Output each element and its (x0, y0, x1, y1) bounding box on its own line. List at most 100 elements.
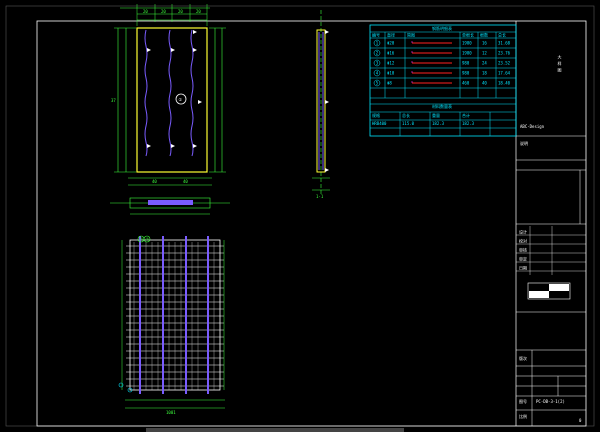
summary-header-row: 规格 总长 重量 合计 (372, 112, 470, 118)
row-total: 18.40 (498, 80, 511, 85)
table-row: 5 Φ8 460 40 18.40 (373, 79, 511, 87)
row-count: 24 (482, 60, 487, 65)
plan-bottom-dim-text: 40 (152, 179, 157, 184)
row-count: 12 (482, 50, 487, 55)
rebar-end-marker (118, 382, 124, 388)
plan-top-dim-text: 20 (196, 9, 201, 14)
row-total: 17.64 (498, 70, 511, 75)
row-diameter: Φ10 (387, 70, 395, 75)
summary-header-cell: 重量 (432, 112, 440, 118)
summary-header-cell: 总长 (402, 112, 410, 118)
table-header-cell: 根数 (480, 32, 488, 38)
plan-marker-arrow (193, 48, 197, 52)
drawing-no-label: 图号 (519, 398, 527, 404)
row-count: 16 (482, 40, 487, 45)
row-total: 23.76 (498, 50, 511, 55)
plan-rebar-line-2 (168, 29, 172, 157)
table-header-cell: 简图 (407, 32, 415, 38)
rebar-bubble-label: ② (146, 237, 150, 242)
summary-cell: HRB400 (372, 121, 387, 126)
plan-center-symbol: ① (179, 97, 183, 102)
rebar-bottom-label: 1001 (166, 410, 176, 415)
plan-side-dim-text: 37 (111, 98, 116, 103)
table-header-row: 编号 直径 简图 单根长 根数 总长 (372, 32, 506, 38)
scale-label: 比例 (519, 413, 527, 419)
material-table: 钢筋明细表 编号 直径 简图 单根长 根数 总长 1 Φ20 1980 16 31.682 Φ16 1… (369, 24, 517, 137)
row-length: 1980 (462, 40, 472, 45)
signature-row-label: 审核 (519, 247, 527, 253)
row-total: 23.52 (498, 60, 511, 65)
plan-bottom-dim-text: 40 (183, 179, 188, 184)
signature-rows: 设计校对审核审定日期 (516, 226, 586, 275)
table-row: 3 Φ12 980 24 23.52 (373, 59, 511, 67)
title-stamp: ABC-Design (520, 124, 545, 129)
row-total: 31.68 (498, 40, 511, 45)
table-body: 1 Φ20 1980 16 31.68 2 Φ16 1980 12 23.76 3 Φ12 980 24 2… (373, 39, 511, 87)
signature-row-label: 日期 (519, 265, 527, 271)
signature-row-label: 设计 (519, 229, 527, 235)
notes-label: 说明 (520, 140, 528, 146)
row-length: 980 (462, 60, 470, 65)
row-id: 2 (376, 50, 379, 55)
logo-fill (549, 284, 569, 291)
table-title: 钢筋明细表 (432, 25, 452, 31)
summary-cell: 115.0 (402, 121, 415, 126)
table-row: 4 Φ10 980 18 17.64 (373, 69, 511, 77)
section-marker-arrow (325, 30, 329, 34)
plan-top-dim-text: 20 (143, 9, 148, 14)
plan-marker-arrow (147, 144, 151, 148)
summary-cell: 182.3 (432, 121, 445, 126)
plan-marker-arrow (193, 30, 197, 34)
row-diameter: Φ16 (387, 50, 395, 55)
drawing-no: PC-DB-3-1(2) (536, 399, 565, 404)
plan-marker-arrow (198, 100, 202, 104)
summary-cell: 182.3 (462, 121, 475, 126)
plan-top-dim-text: 20 (161, 9, 166, 14)
sheet-number: 0 (579, 418, 582, 423)
plan-elevation-bar (148, 200, 193, 205)
plan-marker-arrow (171, 48, 175, 52)
plan-rebar-line-3 (190, 29, 194, 157)
table-header-cell: 单根长 (462, 32, 474, 38)
table-header-cell: 编号 (372, 32, 380, 38)
summary-data-row: HRB400 115.0 182.3 182.3 (372, 121, 475, 126)
row-id: 4 (376, 70, 379, 75)
summary-title: 材料数量表 (432, 103, 452, 109)
summary-header-cell: 规格 (372, 112, 380, 118)
row-diameter: Φ12 (387, 60, 395, 65)
row-length: 460 (462, 80, 470, 85)
row-count: 18 (482, 70, 487, 75)
horizontal-scrollbar[interactable] (146, 428, 404, 432)
plan-rebar-line-1 (144, 29, 148, 157)
row-length: 1980 (462, 50, 472, 55)
title-block: 大 样 图 ABC-Design 说明 设计校对审核审定日期 版次 图号 PC-… (516, 54, 586, 426)
row-id: 5 (376, 80, 379, 85)
table-header-cell: 总长 (498, 32, 506, 38)
section-label: 1-1 (316, 194, 324, 199)
title-side-text: 大 样 图 (558, 54, 563, 73)
section-marker-arrow (325, 100, 329, 104)
signature-row-label: 校对 (519, 238, 527, 244)
row-length: 980 (462, 70, 470, 75)
table-row: 2 Φ16 1980 12 23.76 (373, 49, 511, 57)
row-count: 40 (482, 80, 487, 85)
table-header-cell: 直径 (387, 32, 395, 38)
plan-marker-arrow (171, 144, 175, 148)
signature-row-label: 审定 (519, 256, 527, 262)
plan-view: ① 20 20 20 20 37 40 40 (110, 4, 230, 215)
cad-drawing-canvas: ① 20 20 20 20 37 40 40 1-1 ① ② 1001 钢筋明细… (5, 4, 595, 432)
plan-marker-arrow (147, 48, 151, 52)
section-view: 1-1 (312, 10, 330, 199)
row-diameter: Φ20 (387, 40, 395, 45)
section-marker-arrow (325, 168, 329, 172)
table-row: 1 Φ20 1980 16 31.68 (373, 39, 511, 47)
row-id: 1 (376, 40, 379, 45)
logo-fill (529, 291, 549, 298)
rebar-view: ① ② 1001 (118, 235, 225, 415)
drawing-frame-outer (5, 5, 595, 427)
row-id: 3 (376, 60, 379, 65)
plan-marker-arrow (193, 144, 197, 148)
summary-header-cell: 合计 (462, 112, 470, 118)
row-diameter: Φ8 (387, 80, 392, 85)
rebar-bubble-label: ① (140, 237, 144, 242)
